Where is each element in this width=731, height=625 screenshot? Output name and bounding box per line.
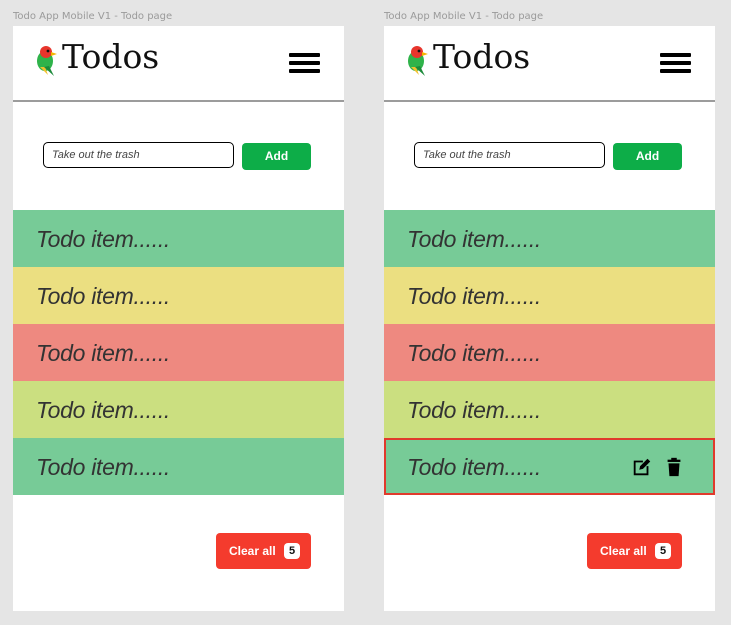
clear-all-label: Clear all: [600, 544, 647, 558]
hamburger-menu-icon[interactable]: [289, 53, 320, 73]
todo-item-text: Todo item......: [407, 397, 541, 423]
todo-list: Todo item...... Todo item...... Todo ite…: [384, 210, 715, 495]
todo-item[interactable]: Todo item......: [384, 381, 715, 438]
todo-item-text: Todo item......: [36, 340, 170, 366]
app-title: Todos: [433, 37, 531, 76]
todo-item[interactable]: Todo item......: [13, 267, 344, 324]
todo-item-text: Todo item......: [36, 397, 170, 423]
frame-label: Todo App Mobile V1 - Todo page: [13, 11, 173, 22]
todo-item-text: Todo item......: [407, 340, 541, 366]
todo-count-badge: 5: [655, 543, 671, 559]
todo-input[interactable]: [43, 142, 234, 168]
trash-icon[interactable]: [663, 455, 685, 479]
frame-label: Todo App Mobile V1 - Todo page: [384, 11, 544, 22]
todo-item-text: Todo item......: [36, 226, 170, 252]
todo-item[interactable]: Todo item......: [384, 210, 715, 267]
clear-all-label: Clear all: [229, 544, 276, 558]
todo-item-text: Todo item......: [407, 226, 541, 252]
todo-item-text: Todo item......: [407, 454, 541, 480]
todo-item-selected[interactable]: Todo item......: [384, 438, 715, 495]
todo-item[interactable]: Todo item......: [13, 438, 344, 495]
todo-item-text: Todo item......: [36, 454, 170, 480]
todo-item-text: Todo item......: [407, 283, 541, 309]
todo-item-actions: [631, 455, 685, 479]
clear-all-button[interactable]: Clear all 5: [587, 533, 682, 569]
todo-count-badge: 5: [284, 543, 300, 559]
add-button[interactable]: Add: [613, 143, 682, 170]
edit-icon[interactable]: [631, 455, 653, 479]
app-header: Todos: [13, 26, 344, 102]
parrot-logo-icon: [37, 46, 57, 76]
parrot-logo-icon: [408, 46, 428, 76]
app-header: Todos: [384, 26, 715, 102]
mobile-frame-default: Todos Add Todo item...... Todo item.....…: [13, 26, 344, 611]
todo-item[interactable]: Todo item......: [384, 324, 715, 381]
clear-all-button[interactable]: Clear all 5: [216, 533, 311, 569]
todo-item[interactable]: Todo item......: [384, 267, 715, 324]
todo-item[interactable]: Todo item......: [13, 381, 344, 438]
todo-list: Todo item...... Todo item...... Todo ite…: [13, 210, 344, 495]
app-title: Todos: [62, 37, 160, 76]
hamburger-menu-icon[interactable]: [660, 53, 691, 73]
todo-item[interactable]: Todo item......: [13, 324, 344, 381]
todo-input[interactable]: [414, 142, 605, 168]
todo-item[interactable]: Todo item......: [13, 210, 344, 267]
mobile-frame-selected: Todos Add Todo item...... Todo item.....…: [384, 26, 715, 611]
todo-item-text: Todo item......: [36, 283, 170, 309]
add-button[interactable]: Add: [242, 143, 311, 170]
